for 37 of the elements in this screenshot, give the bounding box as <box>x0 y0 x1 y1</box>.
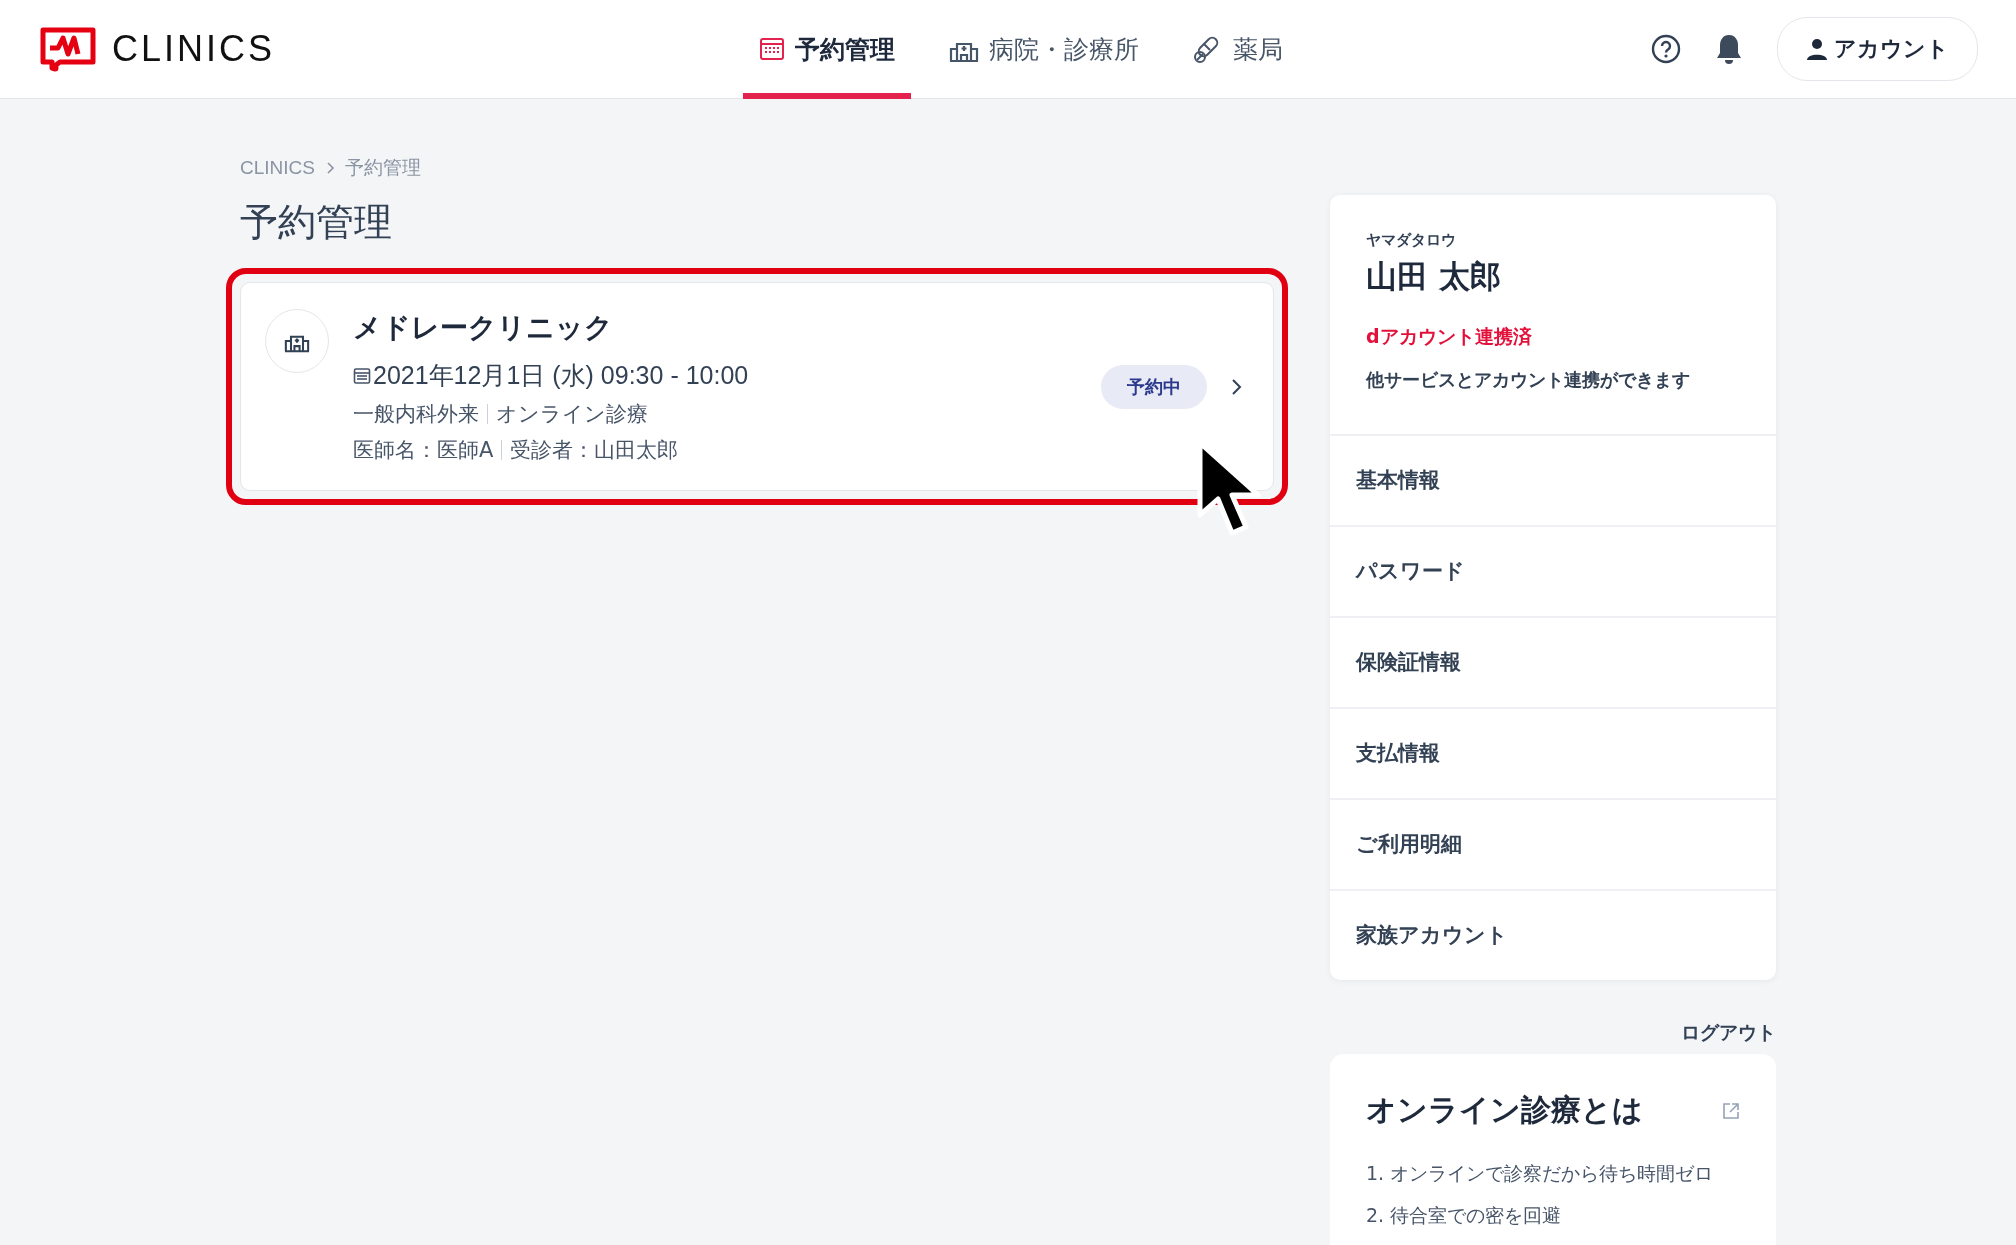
menu-item[interactable]: 支払情報 <box>1330 709 1776 800</box>
person-icon <box>1806 38 1828 60</box>
menu-item[interactable]: 家族アカウント <box>1330 891 1776 980</box>
link-note: 他サービスとアカウント連携ができます <box>1366 368 1691 392</box>
nav-tab[interactable]: 薬局 <box>1177 0 1299 99</box>
chevron-right-icon <box>1231 376 1243 397</box>
appointment-detail: オンライン診療 <box>496 401 648 428</box>
info-title: オンライン診療とは <box>1366 1091 1643 1129</box>
appointment-detail: 一般内科外来 <box>353 401 479 428</box>
info-list-item: 2. 待合室での密を回避 <box>1366 1203 1563 1228</box>
clinic-name: メドレークリニック <box>353 310 614 346</box>
menu-item[interactable]: ご利用明細 <box>1330 800 1776 891</box>
external-link-icon[interactable] <box>1722 1101 1740 1120</box>
menu-item[interactable]: 基本情報 <box>1330 436 1776 527</box>
logout-link[interactable]: ログアウト <box>1681 1020 1776 1046</box>
appointment-detail: 受診者：山田太郎 <box>510 437 679 464</box>
account-button[interactable]: アカウント <box>1777 17 1978 81</box>
status-badge: 予約中 <box>1101 364 1207 409</box>
help-icon[interactable] <box>1651 34 1681 64</box>
link-status: dアカウント連携済 <box>1366 324 1533 349</box>
calendar-icon <box>353 366 371 385</box>
page-title: 予約管理 <box>240 199 393 246</box>
calendar-icon <box>759 36 785 62</box>
appointment-date: 2021年12月1日 (水) 09:30 - 10:00 <box>373 360 749 391</box>
notification-bell-icon[interactable] <box>1715 33 1743 65</box>
nav-tab[interactable]: 病院・診療所 <box>933 0 1155 99</box>
user-name: 山田 太郎 <box>1366 257 1502 296</box>
logo-icon <box>38 26 98 72</box>
logo-text: CLINICS <box>112 28 276 70</box>
name-kana: ヤマダタロウ <box>1366 231 1457 250</box>
menu-item[interactable]: 保険証情報 <box>1330 618 1776 709</box>
menu-item[interactable]: パスワード <box>1330 527 1776 618</box>
info-list-item: 1. オンラインで診察だから待ち時間ゼロ <box>1366 1161 1715 1186</box>
chevron-right-icon <box>324 161 335 175</box>
nav-tab[interactable]: 予約管理 <box>743 0 911 99</box>
appointment-detail: 医師名：医師A <box>353 437 494 464</box>
reservation-card[interactable]: メドレークリニック 2021年12月1日 (水) 09:30 - 10:00 一般内科外来 オンライン診療 医師名：医師A 受診者：山田太郎 予約中 <box>240 282 1274 491</box>
